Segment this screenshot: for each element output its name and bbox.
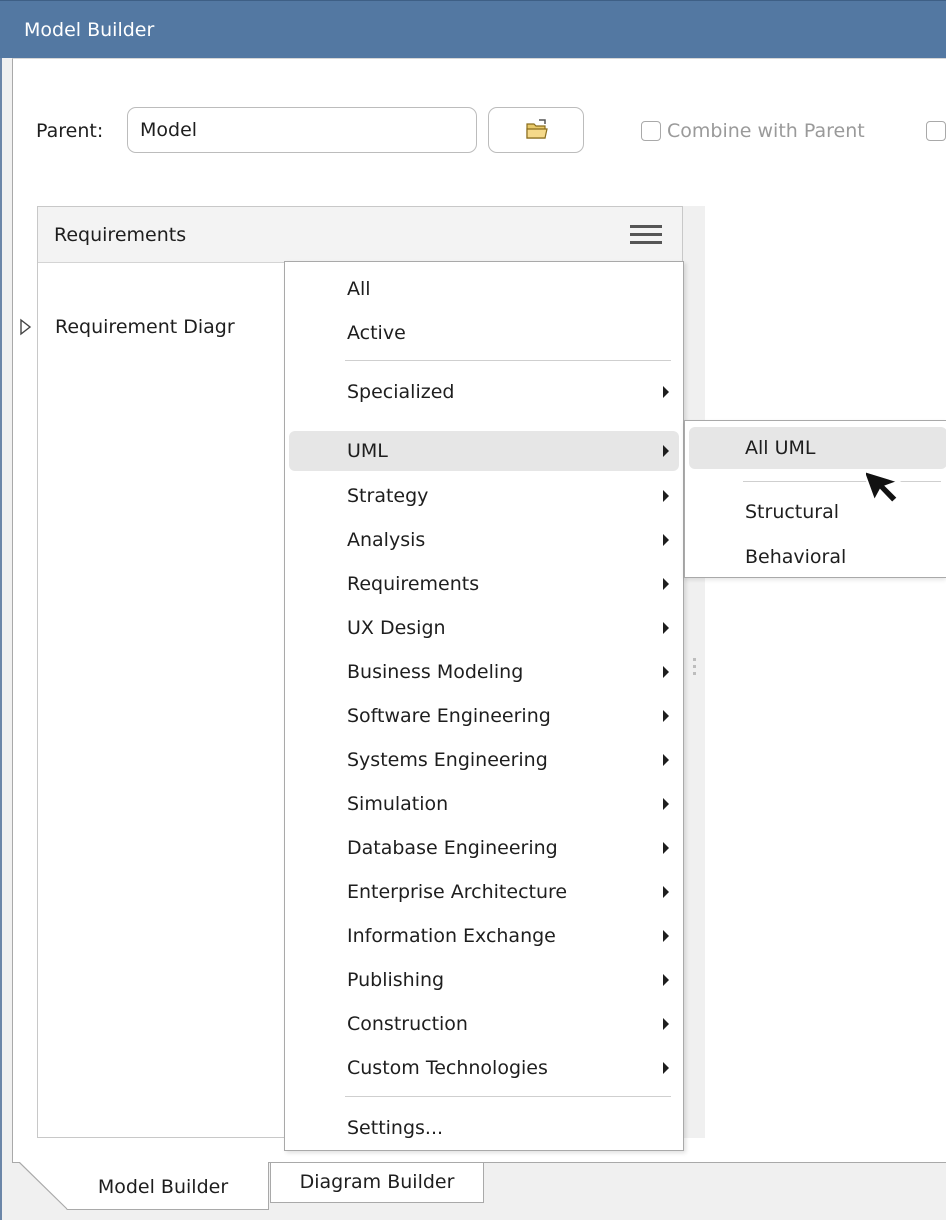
menu-item-custom-technologies[interactable]: Custom Technologies (289, 1048, 679, 1088)
menu-item-systems-engineering[interactable]: Systems Engineering (289, 740, 679, 780)
submenu-arrow-icon (663, 798, 669, 810)
submenu-arrow-icon (663, 842, 669, 854)
menu-item-software-engineering[interactable]: Software Engineering (289, 696, 679, 736)
menu-item-all[interactable]: All (289, 269, 679, 309)
tab-model-builder-label: Model Builder (97, 1176, 229, 1198)
menu-separator (345, 1096, 671, 1097)
menu-item-publishing[interactable]: Publishing (289, 960, 679, 1000)
submenu-arrow-icon (663, 754, 669, 766)
tab-diagram-builder-label: Diagram Builder (299, 1171, 455, 1193)
tab-diagram-builder[interactable]: Diagram Builder (270, 1163, 484, 1203)
menu-item-requirements[interactable]: Requirements (289, 564, 679, 604)
bottom-tab-bar: Model Builder Diagram Builder (12, 1162, 946, 1220)
menu-item-strategy[interactable]: Strategy (289, 476, 679, 516)
tree-item-label: Requirement Diagr (55, 316, 235, 338)
submenu-arrow-icon (663, 386, 669, 398)
submenu-item-behavioral[interactable]: Behavioral (689, 536, 946, 578)
submenu-arrow-icon (663, 886, 669, 898)
panel-header: Requirements (38, 207, 682, 263)
tree-item-requirement-diagram[interactable]: Requirement Diagr (15, 313, 235, 341)
menu-item-settings[interactable]: Settings... (289, 1108, 679, 1148)
submenu-arrow-icon (663, 1018, 669, 1030)
diagram-preview-panel (705, 206, 946, 1138)
panel-title: Requirements (54, 224, 187, 246)
window-title-bar: Model Builder (0, 0, 946, 58)
submenu-arrow-icon (663, 710, 669, 722)
browse-parent-button[interactable] (488, 107, 584, 153)
menu-item-enterprise-architecture[interactable]: Enterprise Architecture (289, 872, 679, 912)
menu-item-uml[interactable]: UML (289, 431, 679, 471)
splitter-grip-icon (693, 658, 696, 682)
menu-item-ux-design[interactable]: UX Design (289, 608, 679, 648)
parent-field[interactable]: Model (127, 107, 477, 153)
mouse-pointer-icon (866, 469, 902, 505)
menu-item-analysis[interactable]: Analysis (289, 520, 679, 560)
submenu-arrow-icon (663, 534, 669, 546)
submenu-separator (743, 481, 941, 482)
menu-item-database-engineering[interactable]: Database Engineering (289, 828, 679, 868)
hamburger-menu-icon[interactable] (630, 225, 662, 245)
submenu-arrow-icon (663, 445, 669, 457)
window-title: Model Builder (24, 19, 155, 41)
submenu-arrow-icon (663, 666, 669, 678)
submenu-arrow-icon (663, 622, 669, 634)
filter-context-menu: All Active Specialized UML Strategy Anal… (284, 261, 684, 1151)
tab-slant-edge (19, 1162, 68, 1210)
menu-separator (345, 360, 671, 361)
menu-item-business-modeling[interactable]: Business Modeling (289, 652, 679, 692)
menu-item-specialized[interactable]: Specialized (289, 372, 679, 412)
submenu-arrow-icon (663, 930, 669, 942)
combine-with-parent-checkbox[interactable]: Combine with Parent (641, 118, 865, 144)
expand-triangle-icon[interactable] (15, 317, 35, 337)
parent-label: Parent: (36, 120, 104, 142)
second-checkbox[interactable] (926, 121, 946, 141)
menu-item-active[interactable]: Active (289, 313, 679, 353)
submenu-arrow-icon (663, 1062, 669, 1074)
menu-item-simulation[interactable]: Simulation (289, 784, 679, 824)
combine-checkbox-box[interactable] (641, 121, 661, 141)
folder-open-icon (526, 119, 548, 139)
splitter[interactable] (683, 206, 705, 1138)
submenu-arrow-icon (663, 974, 669, 986)
menu-item-construction[interactable]: Construction (289, 1004, 679, 1044)
menu-item-information-exchange[interactable]: Information Exchange (289, 916, 679, 956)
submenu-arrow-icon (663, 578, 669, 590)
combine-with-parent-label: Combine with Parent (667, 120, 865, 142)
submenu-arrow-icon (663, 490, 669, 502)
